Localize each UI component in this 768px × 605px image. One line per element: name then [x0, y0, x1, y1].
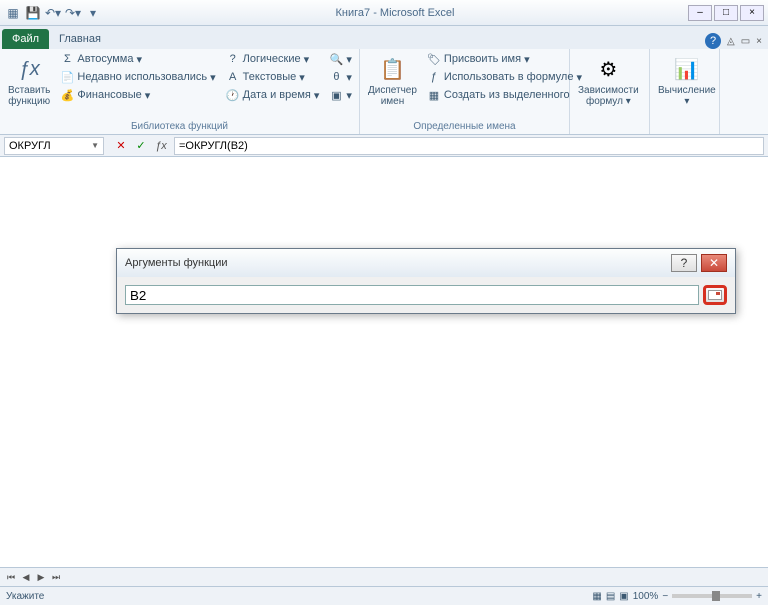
dialog-titlebar[interactable]: Аргументы функции ? ✕ [117, 249, 735, 277]
fx-icon: ƒx [13, 53, 45, 85]
formula-input[interactable]: =ОКРУГЛ(B2) [174, 137, 764, 155]
fx-button[interactable]: ƒx [152, 137, 170, 155]
quick-access-toolbar: ▦ 💾 ↶▾ ↷▾ ▾ [4, 4, 102, 22]
new-icon[interactable]: ▾ [84, 4, 102, 22]
ribbon-tabs: Файл Главная ? ◬ ▭ × [0, 26, 768, 49]
sheet-next-button[interactable]: ▶ [34, 570, 48, 584]
formula-icon: ƒ [427, 70, 441, 84]
tag-icon: 🏷 [427, 52, 441, 66]
window-buttons: – □ × [688, 5, 764, 21]
chevron-down-icon[interactable]: ▼ [91, 141, 99, 150]
minimize-button[interactable]: – [688, 5, 712, 21]
sheet-prev-button[interactable]: ◀ [19, 570, 33, 584]
title-bar: ▦ 💾 ↶▾ ↷▾ ▾ Книга7 - Microsoft Excel – □… [0, 0, 768, 26]
zoom-slider[interactable] [672, 594, 752, 598]
group-label-library: Библиотека функций [6, 121, 353, 132]
name-box[interactable]: ОКРУГЛ▼ [4, 137, 104, 155]
workbook-minimize-icon[interactable]: ▭ [741, 36, 750, 47]
ribbon-tab-0[interactable]: Главная [51, 29, 109, 49]
redo-icon[interactable]: ↷▾ [64, 4, 82, 22]
create-from-selection-button[interactable]: ▦Создать из выделенного [425, 87, 584, 103]
math-button[interactable]: θ▾ [327, 69, 354, 85]
view-normal-icon[interactable]: ▦ [592, 591, 601, 602]
clock-icon: 🕐 [226, 88, 240, 102]
sheet-tab-bar: ⏮ ◀ ▶ ⏭ [0, 567, 768, 586]
autosum-button[interactable]: ΣАвтосумма ▾ [58, 51, 217, 67]
recent-button[interactable]: 📄Недавно использовались ▾ [58, 69, 217, 85]
ribbon-minimize-icon[interactable]: ◬ [727, 36, 735, 47]
sheet-first-button[interactable]: ⏮ [4, 570, 18, 584]
cube-icon: ▣ [329, 88, 343, 102]
logical-icon: ? [226, 52, 240, 66]
status-text: Укажите [6, 591, 44, 602]
window-title: Книга7 - Microsoft Excel [102, 7, 688, 19]
insert-function-label: Вставитьфункцию [8, 85, 50, 107]
spreadsheet-grid[interactable] [0, 157, 768, 567]
theta-icon: θ [329, 70, 343, 84]
financial-button[interactable]: 💰Финансовые ▾ [58, 87, 217, 103]
define-name-button[interactable]: 🏷Присвоить имя ▾ [425, 51, 584, 67]
lookup-icon: 🔍 [329, 52, 343, 66]
name-manager-button[interactable]: 📋 Диспетчеримен [366, 51, 419, 109]
function-arguments-dialog: Аргументы функции ? ✕ [116, 248, 736, 314]
group-label-names: Определенные имена [366, 121, 563, 132]
file-tab[interactable]: Файл [2, 29, 49, 49]
text-button[interactable]: AТекстовые ▾ [224, 69, 322, 85]
sheet-last-button[interactable]: ⏭ [49, 570, 63, 584]
dialog-close-button[interactable]: ✕ [701, 254, 727, 272]
logical-button[interactable]: ?Логические ▾ [224, 51, 322, 67]
workbook-close-icon[interactable]: × [756, 36, 762, 47]
selection-icon: ▦ [427, 88, 441, 102]
auditing-icon: ⚙ [592, 53, 624, 85]
cancel-formula-button[interactable]: ✕ [112, 137, 130, 155]
argument-input[interactable] [125, 285, 699, 305]
help-icon[interactable]: ? [705, 33, 721, 49]
view-layout-icon[interactable]: ▤ [606, 591, 615, 602]
zoom-level[interactable]: 100% [633, 591, 659, 602]
expand-icon [708, 290, 722, 300]
expand-dialog-button[interactable] [703, 285, 727, 305]
name-manager-icon: 📋 [376, 53, 408, 85]
calculation-button[interactable]: 📊 Вычисление▾ [656, 51, 718, 109]
ribbon: ƒx Вставитьфункцию ΣАвтосумма ▾ 📄Недавно… [0, 49, 768, 135]
other-button[interactable]: ▣▾ [327, 87, 354, 103]
zoom-in-button[interactable]: + [756, 591, 762, 602]
formula-auditing-button[interactable]: ⚙ Зависимостиформул ▾ [576, 51, 641, 109]
formula-bar: ОКРУГЛ▼ ✕ ✓ ƒx =ОКРУГЛ(B2) [0, 135, 768, 157]
use-in-formula-button[interactable]: ƒИспользовать в формуле ▾ [425, 69, 584, 85]
dialog-title: Аргументы функции [125, 257, 228, 269]
maximize-button[interactable]: □ [714, 5, 738, 21]
recent-icon: 📄 [60, 70, 74, 84]
close-button[interactable]: × [740, 5, 764, 21]
insert-function-button[interactable]: ƒx Вставитьфункцию [6, 51, 52, 109]
excel-icon[interactable]: ▦ [4, 4, 22, 22]
datetime-button[interactable]: 🕐Дата и время ▾ [224, 87, 322, 103]
dialog-help-button[interactable]: ? [671, 254, 697, 272]
more-functions-button[interactable]: 🔍▾ [327, 51, 354, 67]
financial-icon: 💰 [60, 88, 74, 102]
text-icon: A [226, 70, 240, 84]
save-icon[interactable]: 💾 [24, 4, 42, 22]
view-break-icon[interactable]: ▣ [619, 591, 628, 602]
undo-icon[interactable]: ↶▾ [44, 4, 62, 22]
accept-formula-button[interactable]: ✓ [132, 137, 150, 155]
status-bar: Укажите ▦ ▤ ▣ 100% − + [0, 586, 768, 605]
sigma-icon: Σ [60, 52, 74, 66]
calculation-icon: 📊 [671, 53, 703, 85]
zoom-out-button[interactable]: − [662, 591, 668, 602]
